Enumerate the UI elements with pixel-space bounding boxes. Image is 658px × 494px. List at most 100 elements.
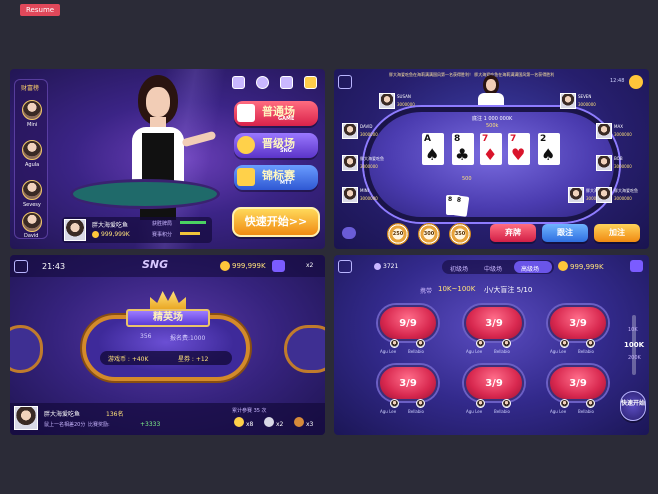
online-count: 3721 [383,263,399,270]
quick-start-button[interactable]: 快速开始>> [232,207,320,237]
room-table-3[interactable]: 3/9 [548,305,608,341]
seat-avatar[interactable] [568,187,584,203]
call-button[interactable]: 跟注 [542,224,588,242]
player-rank: 136名 [106,411,124,418]
mtt-mode-button[interactable]: 锦标赛 MTT [234,165,318,190]
hand-card-2[interactable]: 8 [452,195,470,217]
win-bar [180,221,206,224]
seat-avatar[interactable] [596,187,612,203]
quick-join-button[interactable]: 快速开始 [620,391,646,421]
back-icon[interactable] [338,260,352,273]
room-seat-count: 3/9 [569,377,587,389]
seat-name: SEVEN [578,94,592,99]
card-rank: A [424,134,431,144]
room-table-1[interactable]: 9/9 [378,305,438,341]
card-suit: ♠ [425,145,440,164]
ranking-icon[interactable] [232,76,245,89]
room-seat-count: 3/9 [485,377,503,389]
stake-mid[interactable]: 100K [624,341,644,349]
seat-avatar[interactable] [596,155,612,171]
tab-advanced[interactable]: 高级场 [521,264,539,273]
seat-avatar[interactable] [342,123,358,139]
room-player-name: Bellabio [578,349,594,354]
tab-beginner[interactable]: 初级场 [450,264,468,273]
room-table-6[interactable]: 3/9 [548,365,608,401]
prev-table[interactable] [10,325,43,373]
mtt-mode-sub: MTT [280,180,292,186]
sng-bottom-bar [10,403,325,435]
room-player-avatar [560,399,569,408]
stake-high[interactable]: 200K [628,355,641,361]
player-desc: 鼠上一名相差20分 [44,422,86,428]
bronze-medal-icon [294,417,304,427]
rich-avatar-1[interactable] [22,100,42,120]
back-icon[interactable] [338,75,352,89]
player-avatar[interactable] [64,219,86,241]
pot-small: 500k [486,123,499,129]
rich-avatar-2[interactable] [22,140,42,160]
sng-mode-button[interactable]: 晋级场 SNG [234,133,318,158]
room-seat-count: 3/9 [569,317,587,329]
poker-table-screen: 胖大海爱吃鱼在海莉满满国风第一名获得胜利！ 胖大海爱吃鱼在海莉满满国风第一名获得… [334,69,649,249]
next-table[interactable] [284,325,325,373]
game-mode-button[interactable]: 普通场 GAME [234,101,318,126]
rich-avatar-4[interactable] [22,212,42,232]
stat-match-label: 赛事积分 [152,232,173,238]
back-icon[interactable] [14,260,28,273]
room-table-2[interactable]: 3/9 [464,305,524,341]
room-table-5[interactable]: 3/9 [464,365,524,401]
tab-intermediate[interactable]: 中级场 [484,264,502,273]
raise-chip-1[interactable]: 250 [387,223,409,245]
stake-low[interactable]: 10K [628,327,638,333]
seat-name: 胖大海爱吃鱼 [360,156,384,161]
clock: 12:48 [610,78,625,84]
room-player-avatar [390,339,399,348]
medal-silver-count: x2 [276,421,284,428]
shop-icon[interactable] [629,75,643,89]
raise-button[interactable]: 加注 [594,224,640,242]
trophy-icon [237,168,255,186]
rich-list[interactable]: 财富榜 Mini Agula Sevesy David [14,79,48,239]
coin-icon [558,261,568,271]
room-player-name: Bellabio [408,349,424,354]
rich-avatar-3[interactable] [22,180,42,200]
seat-avatar[interactable] [560,93,576,109]
reward-coins: 游戏币 : +40K [108,356,149,363]
friends-icon[interactable] [256,76,269,89]
add-coins-icon[interactable] [272,260,285,272]
resume-tag[interactable]: Resume [20,4,61,16]
coin-icon [220,261,230,271]
seat-chips: 3000000 [614,196,632,201]
shop-icon[interactable] [304,76,317,89]
seat-avatar[interactable] [596,123,612,139]
seat-avatar[interactable] [342,155,358,171]
fold-button[interactable]: 弃牌 [490,224,536,242]
rich-name-4: David [24,233,39,239]
online-users-icon [374,263,381,270]
room-player-name: Agu Lee [380,349,397,354]
player-desc2: 比赛奖励: [88,422,110,428]
player-info-bar[interactable]: 胖大海爱吃鱼 999,999K 获胜牌局 赛事积分 [62,217,212,243]
add-coins-icon[interactable] [630,260,643,272]
raise-chip-2[interactable]: 300 [418,223,440,245]
room-player-name: Bellabio [494,349,510,354]
elite-banner: 精英场 [126,309,210,327]
seat-avatar[interactable] [379,93,395,109]
chat-icon[interactable] [342,227,356,239]
seat-chips: 3000000 [614,164,632,169]
mail-icon[interactable] [280,76,293,89]
seat-chips: 3000000 [360,164,378,169]
room-table-4[interactable]: 3/9 [378,365,438,401]
player-avatar[interactable] [14,406,38,430]
raise-chip-3[interactable]: 350 [449,223,471,245]
community-card-3: 7 ♦ [480,133,502,165]
clock: 21:43 [42,262,66,271]
card-suit: ♠ [541,145,556,164]
seat-avatar[interactable] [342,187,358,203]
game-mode-sub: GAME [278,116,295,122]
seat-chips: 3000000 [360,196,378,201]
cards-icon [237,104,255,122]
room-player-name: Bellabio [578,409,594,414]
card-rank: 8 [454,134,461,144]
seat-name: MINI [360,188,369,193]
